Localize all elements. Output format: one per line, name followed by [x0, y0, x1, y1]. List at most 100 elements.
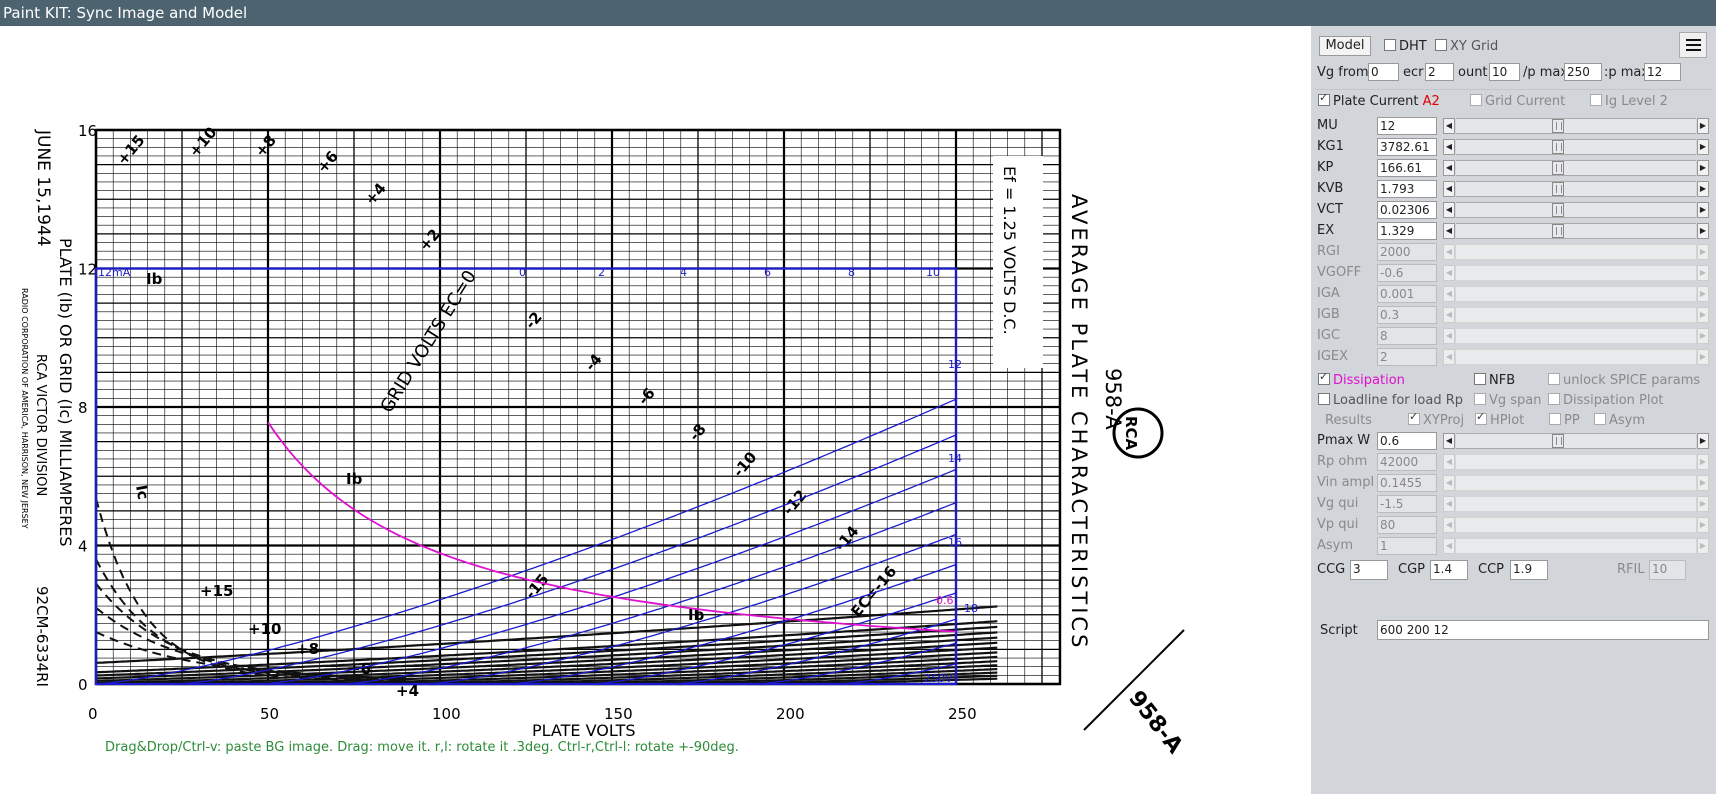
xy-grid-checkbox[interactable]: XY Grid	[1435, 39, 1498, 54]
ip-max-input[interactable]: 12	[1644, 63, 1681, 81]
slider-right-arrow-icon[interactable]: ▶	[1697, 223, 1709, 239]
param-slider-ex[interactable]: ◀ ▶	[1443, 223, 1709, 239]
slider-right-arrow-icon[interactable]: ▶	[1697, 538, 1709, 554]
slider-right-arrow-icon[interactable]: ▶	[1697, 118, 1709, 134]
dht-checkbox[interactable]: DHT	[1384, 39, 1427, 54]
param-slider-kg1[interactable]: ◀ ▶	[1443, 139, 1709, 155]
slider-left-arrow-icon[interactable]: ◀	[1443, 307, 1455, 323]
slider-left-arrow-icon[interactable]: ◀	[1443, 454, 1455, 470]
vg-span-checkbox[interactable]: Vg span	[1474, 393, 1542, 408]
xyproj-box[interactable]	[1408, 410, 1420, 425]
hamburger-menu-icon[interactable]	[1679, 32, 1707, 58]
slider-right-arrow-icon[interactable]: ▶	[1697, 160, 1709, 176]
slider-right-arrow-icon[interactable]: ▶	[1697, 181, 1709, 197]
slider-left-arrow-icon[interactable]: ◀	[1443, 160, 1455, 176]
slider-track[interactable]	[1456, 118, 1696, 134]
param-input-rp-ohm[interactable]: 42000	[1377, 453, 1437, 471]
dissipation-plot-box[interactable]	[1548, 393, 1560, 405]
slider-right-arrow-icon[interactable]: ▶	[1697, 286, 1709, 302]
slider-left-arrow-icon[interactable]: ◀	[1443, 181, 1455, 197]
dht-box[interactable]	[1384, 39, 1396, 51]
param-input-vin-ampl[interactable]: 0.1455	[1377, 474, 1437, 492]
slider-left-arrow-icon[interactable]: ◀	[1443, 496, 1455, 512]
slider-track[interactable]	[1456, 160, 1696, 176]
param-slider-igb[interactable]: ◀ ▶	[1443, 307, 1709, 323]
ccg-input[interactable]: 3	[1350, 560, 1388, 580]
slider-right-arrow-icon[interactable]: ▶	[1697, 139, 1709, 155]
param-slider-rp-ohm[interactable]: ◀ ▶	[1443, 454, 1709, 470]
plate-current-checkbox[interactable]: Plate Current A2	[1318, 91, 1440, 109]
param-input-igb[interactable]: 0.3	[1377, 306, 1437, 324]
nfb-box[interactable]	[1474, 373, 1486, 385]
slider-track[interactable]	[1456, 328, 1696, 344]
param-input-kg1[interactable]: 3782.61	[1377, 138, 1437, 156]
unlock-spice-box[interactable]	[1548, 373, 1560, 385]
param-input-pmax-w[interactable]: 0.6	[1377, 432, 1437, 450]
slider-track[interactable]	[1456, 538, 1696, 554]
param-slider-iga[interactable]: ◀ ▶	[1443, 286, 1709, 302]
unlock-spice-checkbox[interactable]: unlock SPICE params	[1548, 373, 1700, 388]
param-slider-rgi[interactable]: ◀ ▶	[1443, 244, 1709, 260]
param-input-igex[interactable]: 2	[1377, 348, 1437, 366]
rfil-input[interactable]: 10	[1649, 560, 1686, 580]
slider-thumb[interactable]	[1551, 161, 1564, 175]
dissipation-plot-checkbox[interactable]: Dissipation Plot	[1548, 393, 1664, 408]
ccp-input[interactable]: 1.9	[1510, 560, 1548, 580]
hplot-checkbox[interactable]: HPlot	[1475, 410, 1524, 428]
slider-left-arrow-icon[interactable]: ◀	[1443, 265, 1455, 281]
slider-thumb[interactable]	[1551, 434, 1564, 448]
slider-thumb[interactable]	[1551, 140, 1564, 154]
count-input[interactable]: 10	[1489, 63, 1520, 81]
slider-right-arrow-icon[interactable]: ▶	[1697, 265, 1709, 281]
slider-right-arrow-icon[interactable]: ▶	[1697, 517, 1709, 533]
grid-current-box[interactable]	[1470, 94, 1482, 106]
param-slider-igex[interactable]: ◀ ▶	[1443, 349, 1709, 365]
slider-track[interactable]	[1456, 496, 1696, 512]
param-slider-asym[interactable]: ◀ ▶	[1443, 538, 1709, 554]
slider-thumb[interactable]	[1551, 182, 1564, 196]
param-input-vgoff[interactable]: -0.6	[1377, 264, 1437, 282]
param-slider-pmax-w[interactable]: ◀ ▶	[1443, 433, 1709, 449]
param-slider-kp[interactable]: ◀ ▶	[1443, 160, 1709, 176]
param-input-ex[interactable]: 1.329	[1377, 222, 1437, 240]
slider-right-arrow-icon[interactable]: ▶	[1697, 328, 1709, 344]
slider-right-arrow-icon[interactable]: ▶	[1697, 349, 1709, 365]
slider-track[interactable]	[1456, 349, 1696, 365]
slider-right-arrow-icon[interactable]: ▶	[1697, 454, 1709, 470]
param-slider-vct[interactable]: ◀ ▶	[1443, 202, 1709, 218]
param-input-kvb[interactable]: 1.793	[1377, 180, 1437, 198]
slider-track[interactable]	[1456, 454, 1696, 470]
param-slider-mu[interactable]: ◀ ▶	[1443, 118, 1709, 134]
slider-track[interactable]	[1456, 286, 1696, 302]
slider-left-arrow-icon[interactable]: ◀	[1443, 118, 1455, 134]
slider-track[interactable]	[1456, 244, 1696, 260]
slider-track[interactable]	[1456, 139, 1696, 155]
param-input-vg-qui[interactable]: -1.5	[1377, 495, 1437, 513]
script-input[interactable]: 600 200 12	[1377, 620, 1709, 640]
param-input-asym[interactable]: 1	[1377, 537, 1437, 555]
param-slider-kvb[interactable]: ◀ ▶	[1443, 181, 1709, 197]
model-button[interactable]: Model	[1319, 36, 1371, 56]
ig-level-checkbox[interactable]: Ig Level 2	[1590, 94, 1668, 109]
dissipation-checkbox[interactable]: Dissipation	[1318, 370, 1405, 388]
param-input-rgi[interactable]: 2000	[1377, 243, 1437, 261]
slider-left-arrow-icon[interactable]: ◀	[1443, 139, 1455, 155]
vg-from-input[interactable]: 0	[1368, 63, 1399, 81]
ig-level-box[interactable]	[1590, 94, 1602, 106]
asym-box[interactable]	[1594, 413, 1606, 425]
xyproj-checkbox[interactable]: XYProj	[1408, 410, 1464, 428]
hplot-box[interactable]	[1475, 410, 1487, 425]
param-slider-vg-qui[interactable]: ◀ ▶	[1443, 496, 1709, 512]
dissipation-box[interactable]	[1318, 370, 1330, 385]
slider-right-arrow-icon[interactable]: ▶	[1697, 202, 1709, 218]
param-slider-vin-ampl[interactable]: ◀ ▶	[1443, 475, 1709, 491]
slider-thumb[interactable]	[1551, 119, 1564, 133]
slider-track[interactable]	[1456, 307, 1696, 323]
loadline-box[interactable]	[1318, 393, 1330, 405]
slider-left-arrow-icon[interactable]: ◀	[1443, 202, 1455, 218]
slider-left-arrow-icon[interactable]: ◀	[1443, 475, 1455, 491]
slider-track[interactable]	[1456, 475, 1696, 491]
param-slider-vgoff[interactable]: ◀ ▶	[1443, 265, 1709, 281]
slider-track[interactable]	[1456, 202, 1696, 218]
slider-thumb[interactable]	[1551, 224, 1564, 238]
